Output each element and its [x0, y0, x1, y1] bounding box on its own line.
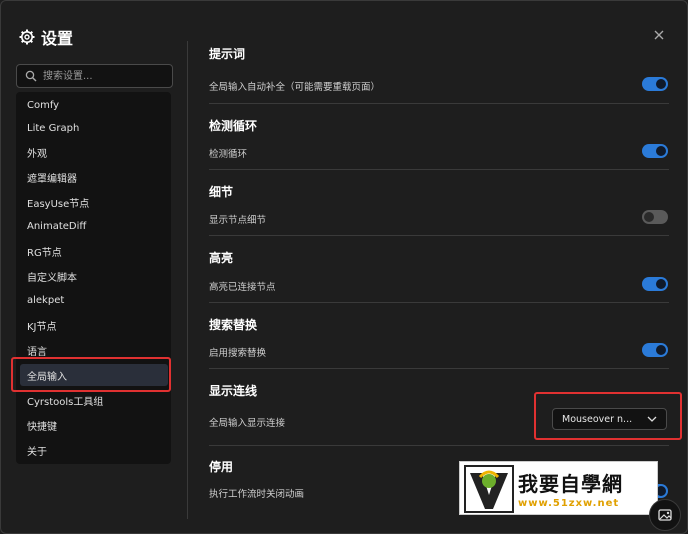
setting-label-autocomplete: 全局输入自动补全（可能需要重载页面）: [209, 82, 381, 93]
section-separator: [209, 235, 669, 236]
logo-v-icon: [464, 465, 514, 513]
sidebar-item-animatediff[interactable]: AnimateDiff: [16, 215, 171, 237]
search-input[interactable]: [41, 69, 165, 83]
sidebar-item-label: Lite Graph: [27, 122, 80, 134]
watermark-text: 我要自學網: [518, 472, 623, 496]
section-separator: [209, 445, 669, 446]
sidebar-item-label: KJ节点: [27, 321, 57, 333]
close-icon: [654, 30, 664, 40]
section-separator: [209, 103, 669, 104]
gear-icon: [19, 29, 35, 45]
sidebar-item-easyuse[interactable]: EasyUse节点: [16, 191, 171, 213]
toggle-search-replace[interactable]: [642, 343, 668, 357]
image-icon: [658, 509, 672, 521]
section-title-show-links: 显示连线: [209, 384, 258, 398]
setting-label-highlight-connected: 高亮已连接节点: [209, 282, 276, 293]
setting-label-disable-animation: 执行工作流时关闭动画: [209, 489, 305, 500]
chevron-down-icon: [647, 416, 657, 422]
sidebar-item-appearance[interactable]: 外观: [16, 141, 171, 163]
dialog-title: 设置: [41, 29, 74, 48]
toggle-node-details[interactable]: [642, 210, 668, 224]
sidebar-item-rg-nodes[interactable]: RG节点: [16, 240, 171, 262]
section-title-detect-loop: 检测循环: [209, 119, 258, 133]
section-separator: [209, 169, 669, 170]
section-title-highlight: 高亮: [209, 251, 234, 265]
sidebar-item-shortcuts[interactable]: 快捷键: [16, 414, 171, 436]
toggle-knob: [656, 79, 666, 89]
sidebar-item-label: RG节点: [27, 247, 62, 259]
sidebar-item-lite-graph[interactable]: Lite Graph: [16, 117, 171, 139]
toggle-knob: [644, 212, 654, 222]
sidebar-item-label: 全局输入: [27, 371, 67, 383]
sidebar-item-global-input[interactable]: 全局输入: [20, 364, 168, 386]
section-title-search-replace: 搜索替换: [209, 318, 258, 332]
setting-label-node-details: 显示节点细节: [209, 215, 267, 226]
section-separator: [209, 368, 669, 369]
sidebar-item-label: EasyUse节点: [27, 198, 90, 210]
sidebar-item-label: 遮罩编辑器: [27, 173, 77, 185]
section-title-partial: 提示词: [209, 47, 246, 61]
sidebar-item-label: 自定义脚本: [27, 272, 77, 284]
sidebar-item-comfy[interactable]: Comfy: [16, 94, 171, 116]
image-fab-button[interactable]: [649, 499, 681, 531]
setting-label-show-links: 全局输入显示连接: [209, 418, 286, 429]
toggle-highlight-connected[interactable]: [642, 277, 668, 291]
settings-content: 提示词 全局输入自动补全（可能需要重载页面） 检测循环 检测循环 细节 显示节点…: [188, 41, 687, 521]
sidebar-item-label: Comfy: [27, 99, 60, 111]
watermark-logo: 我要自學網 www.51zxw.net: [459, 461, 658, 515]
settings-dialog: 设置 Comfy Lite Graph 外观 遮罩编辑器 EasyUse节点 A…: [0, 0, 688, 534]
sidebar-item-about[interactable]: 关于: [16, 439, 171, 461]
section-separator: [209, 302, 669, 303]
sidebar-item-alekpet[interactable]: alekpet: [16, 289, 171, 311]
sidebar-item-label: 关于: [27, 446, 47, 458]
sidebar-item-label: 语言: [27, 346, 47, 358]
setting-label-search-replace: 启用搜索替换: [209, 348, 267, 359]
toggle-autocomplete[interactable]: [642, 77, 668, 91]
sidebar-item-label: Cyrstools工具组: [27, 396, 104, 408]
sidebar-item-label: 快捷键: [27, 421, 57, 433]
sidebar-item-label: AnimateDiff: [27, 220, 87, 232]
select-value: Mouseover n...: [562, 413, 633, 425]
dialog-header: 设置: [19, 25, 73, 49]
sidebar-item-label: 外观: [27, 148, 47, 160]
link-display-select[interactable]: Mouseover n...: [552, 408, 667, 430]
toggle-knob: [656, 146, 666, 156]
setting-label-detect-loop: 检测循环: [209, 149, 248, 160]
sidebar-item-mask-editor[interactable]: 遮罩编辑器: [16, 166, 171, 188]
sidebar-item-language[interactable]: 语言: [16, 339, 171, 361]
sidebar-item-cyrstools[interactable]: Cyrstools工具组: [16, 389, 171, 411]
toggle-detect-loop[interactable]: [642, 144, 668, 158]
section-title-disable: 停用: [209, 460, 234, 474]
search-box[interactable]: [16, 64, 173, 88]
section-title-details: 细节: [209, 185, 234, 199]
sidebar-item-label: alekpet: [27, 294, 65, 306]
toggle-knob: [656, 345, 666, 355]
search-icon: [25, 70, 37, 82]
watermark-url: www.51zxw.net: [518, 498, 620, 509]
sidebar-item-kj-nodes[interactable]: KJ节点: [16, 314, 171, 336]
toggle-knob: [656, 279, 666, 289]
sidebar-item-custom-scripts[interactable]: 自定义脚本: [16, 265, 171, 287]
settings-sidebar: Comfy Lite Graph 外观 遮罩编辑器 EasyUse节点 Anim…: [16, 92, 171, 464]
